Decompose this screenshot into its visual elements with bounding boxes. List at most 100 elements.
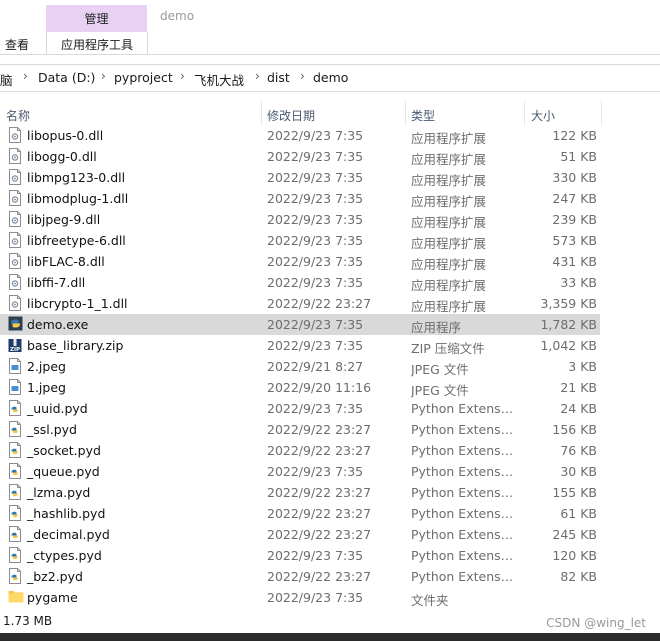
file-row[interactable]: libjpeg-9.dll 2022/9/23 7:35 应用程序扩展 239 KB <box>0 209 600 230</box>
file-size: 3,359 KB <box>540 296 597 311</box>
file-type: 应用程序扩展 <box>411 278 487 293</box>
file-date: 2022/9/22 23:27 <box>267 506 372 521</box>
file-row[interactable]: libfreetype-6.dll 2022/9/23 7:35 应用程序扩展 573… <box>0 230 600 251</box>
file-name: libFLAC-8.dll <box>27 254 105 269</box>
python-file-icon <box>8 505 22 521</box>
file-row[interactable]: _lzma.pyd 2022/9/22 23:27 Python Extension… <box>0 482 600 503</box>
breadcrumb-chevron-icon[interactable]: › <box>180 69 185 83</box>
tab-app-tools-label: 应用程序工具 <box>60 38 133 52</box>
file-name: _uuid.pyd <box>27 401 88 416</box>
file-type: 应用程序扩展 <box>411 131 487 146</box>
file-type: JPEG 文件 <box>411 362 469 377</box>
file-size: 33 KB <box>560 275 597 290</box>
file-name: libcrypto-1_1.dll <box>27 296 128 311</box>
file-size: 573 KB <box>552 233 597 248</box>
status-selection-size: 1.73 MB <box>3 614 53 628</box>
file-size: 156 KB <box>552 422 597 437</box>
file-row[interactable]: libcrypto-1_1.dll 2022/9/22 23:27 应用程序扩展 3,… <box>0 293 600 314</box>
column-header-type[interactable]: 类型 <box>406 101 524 125</box>
file-name: _ctypes.pyd <box>27 548 102 563</box>
file-type: 应用程序 <box>411 320 462 335</box>
breadcrumb-chevron-icon[interactable]: › <box>23 69 28 83</box>
file-type: 应用程序扩展 <box>411 257 487 272</box>
file-row[interactable]: _bz2.pyd 2022/9/22 23:27 Python Extension … <box>0 566 600 587</box>
dll-file-icon <box>8 211 22 227</box>
file-row[interactable]: ZIP base_library.zip 2022/9/23 7:35 ZIP 压缩文… <box>0 335 600 356</box>
file-row[interactable]: libFLAC-8.dll 2022/9/23 7:35 应用程序扩展 431 KB <box>0 251 600 272</box>
image-file-icon <box>8 379 22 395</box>
file-row[interactable]: pygame 2022/9/23 7:35 文件夹 <box>0 587 600 608</box>
file-date: 2022/9/23 7:35 <box>267 317 364 332</box>
file-name: 1.jpeg <box>27 380 66 395</box>
column-header-date[interactable]: 修改日期 <box>262 101 405 125</box>
python-file-icon <box>8 421 22 437</box>
file-name: libjpeg-9.dll <box>27 212 101 227</box>
file-size: 120 KB <box>552 548 597 563</box>
column-divider[interactable] <box>601 101 602 125</box>
breadcrumb-item[interactable]: pyproject <box>114 70 173 85</box>
breadcrumb-chevron-icon[interactable]: › <box>255 69 260 83</box>
file-date: 2022/9/23 7:35 <box>267 233 364 248</box>
breadcrumb-chevron-icon[interactable]: › <box>101 69 106 83</box>
ribbon-divider <box>0 54 660 55</box>
file-row[interactable]: _ctypes.pyd 2022/9/23 7:35 Python Extensio… <box>0 545 600 566</box>
tab-view[interactable]: 查看 <box>5 36 29 53</box>
file-row[interactable]: libopus-0.dll 2022/9/23 7:35 应用程序扩展 122 KB <box>0 125 600 146</box>
file-name: libmpg123-0.dll <box>27 170 126 185</box>
file-row[interactable]: libmpg123-0.dll 2022/9/23 7:35 应用程序扩展 330 K… <box>0 167 600 188</box>
file-name: _hashlib.pyd <box>27 506 106 521</box>
file-name: libmodplug-1.dll <box>27 191 129 206</box>
file-row[interactable]: _socket.pyd 2022/9/22 23:27 Python Extensi… <box>0 440 600 461</box>
context-tab-group-manage[interactable]: 管理 <box>46 5 147 32</box>
file-row[interactable]: libmodplug-1.dll 2022/9/23 7:35 应用程序扩展 247 … <box>0 188 600 209</box>
column-header-name-label: 名称 <box>6 109 31 123</box>
file-date: 2022/9/23 7:35 <box>267 149 364 164</box>
address-bar[interactable]: 脑 › Data (D:) › pyproject › 飞机大战 › dist › demo <box>0 64 660 92</box>
file-size: 30 KB <box>560 464 597 479</box>
file-name: _ssl.pyd <box>27 422 77 437</box>
breadcrumb-item[interactable]: dist <box>267 70 290 85</box>
python-file-icon <box>8 547 22 563</box>
file-size: 245 KB <box>552 527 597 542</box>
column-header: 名称 修改日期 类型 大小 <box>0 101 660 125</box>
column-header-size[interactable]: 大小 <box>525 101 601 125</box>
file-type: Python Extension Module <box>411 443 515 458</box>
file-row[interactable]: _decimal.pyd 2022/9/22 23:27 Python Extens… <box>0 524 600 545</box>
python-file-icon <box>8 442 22 458</box>
file-size: 51 KB <box>560 149 597 164</box>
folder-icon <box>8 589 24 605</box>
file-row[interactable]: libffi-7.dll 2022/9/23 7:35 应用程序扩展 33 KB <box>0 272 600 293</box>
file-date: 2022/9/23 7:35 <box>267 338 364 353</box>
file-size: 24 KB <box>560 401 597 416</box>
breadcrumb-item[interactable]: 脑 <box>0 70 13 89</box>
file-row[interactable]: 1.jpeg 2022/9/20 11:16 JPEG 文件 21 KB <box>0 377 600 398</box>
breadcrumb-item[interactable]: demo <box>313 70 348 85</box>
ribbon: 管理 demo 查看 应用程序工具 <box>0 0 660 56</box>
column-header-name[interactable]: 名称 <box>0 101 261 125</box>
file-date: 2022/9/22 23:27 <box>267 443 372 458</box>
file-row[interactable]: demo.exe 2022/9/23 7:35 应用程序 1,782 KB <box>0 314 600 335</box>
file-type: 应用程序扩展 <box>411 173 487 188</box>
column-header-type-label: 类型 <box>411 109 436 123</box>
file-date: 2022/9/21 8:27 <box>267 359 364 374</box>
file-type: 应用程序扩展 <box>411 194 487 209</box>
breadcrumb-item[interactable]: Data (D:) <box>38 70 95 85</box>
file-type: ZIP 压缩文件 <box>411 341 485 356</box>
file-date: 2022/9/23 7:35 <box>267 170 364 185</box>
file-row[interactable]: _queue.pyd 2022/9/23 7:35 Python Extension… <box>0 461 600 482</box>
breadcrumb-item[interactable]: 飞机大战 <box>194 70 244 89</box>
file-row[interactable]: _ssl.pyd 2022/9/22 23:27 Python Extension … <box>0 419 600 440</box>
file-row[interactable]: _uuid.pyd 2022/9/23 7:35 Python Extension … <box>0 398 600 419</box>
file-row[interactable]: libogg-0.dll 2022/9/23 7:35 应用程序扩展 51 KB <box>0 146 600 167</box>
breadcrumb-chevron-icon[interactable]: › <box>300 69 305 83</box>
column-header-date-label: 修改日期 <box>267 109 316 123</box>
file-date: 2022/9/22 23:27 <box>267 422 372 437</box>
file-type: Python Extension Module <box>411 401 515 416</box>
file-row[interactable]: 2.jpeg 2022/9/21 8:27 JPEG 文件 3 KB <box>0 356 600 377</box>
dll-file-icon <box>8 190 22 206</box>
python-file-icon <box>8 463 22 479</box>
file-name: 2.jpeg <box>27 359 66 374</box>
file-row[interactable]: _hashlib.pyd 2022/9/22 23:27 Python Extens… <box>0 503 600 524</box>
tab-app-tools[interactable]: 应用程序工具 <box>46 32 148 54</box>
file-name: libffi-7.dll <box>27 275 86 290</box>
